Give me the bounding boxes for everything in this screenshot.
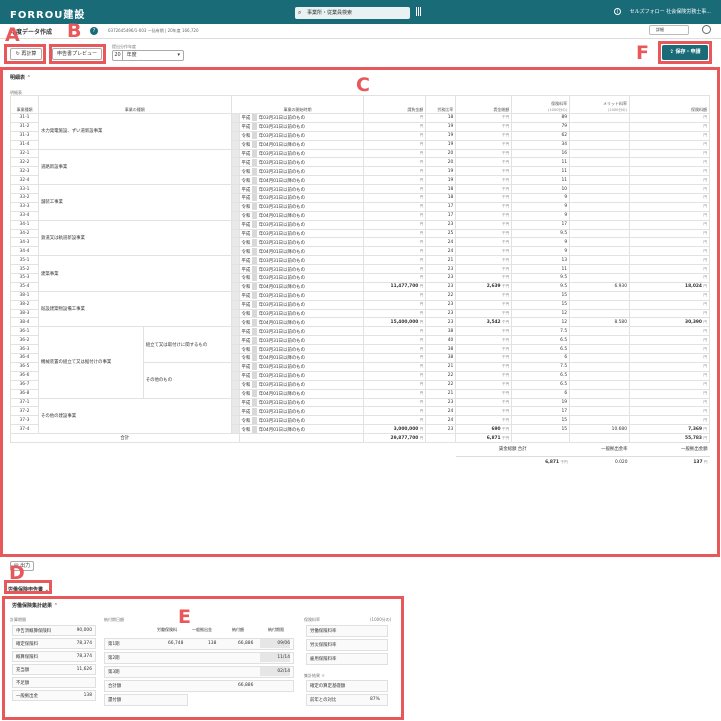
barcode-icon[interactable] <box>416 7 422 16</box>
annotation-box-e <box>2 596 404 720</box>
year-select[interactable]: 20 年度 ▾ <box>112 50 184 61</box>
divider <box>0 38 721 39</box>
annotation-box-b <box>49 44 106 64</box>
annotation-box-a <box>4 44 46 64</box>
annotation-box-f <box>658 41 712 64</box>
search-input[interactable]: ⌕ 事業所・従業員検索 <box>295 7 410 19</box>
info-icon[interactable]: i <box>614 8 621 15</box>
annotation-label-c: C <box>356 74 370 96</box>
app-logo[interactable]: FORROU建設 <box>10 6 85 21</box>
year-suffix: 年度 <box>126 52 137 58</box>
annotation-label-b: B <box>67 20 82 42</box>
account-icon[interactable] <box>702 25 711 34</box>
search-placeholder: 事業所・従業員検索 <box>307 10 353 16</box>
user-menu[interactable]: i セルズフォロー 社会保険労務士事... <box>614 8 711 15</box>
page-meta: 0372645496/1-003 一括有期 | 20年度 166,720 <box>108 28 199 33</box>
search-icon: ⌕ <box>298 9 302 16</box>
annotation-label-e: E <box>178 606 191 628</box>
annotation-box-c <box>0 67 720 557</box>
annotation-label-a: A <box>5 24 20 46</box>
help-icon[interactable]: ? <box>90 27 98 35</box>
version-select[interactable]: 詳細 <box>649 25 689 35</box>
title-bar: 年度データ作成 ? 0372645496/1-003 一括有期 | 20年度 1… <box>0 24 721 38</box>
top-bar: FORROU建設 ⌕ 事業所・従業員検索 i セルズフォロー 社会保険労務士事.… <box>0 0 721 24</box>
annotation-label-d: D <box>9 562 25 584</box>
chevron-down-icon: ▾ <box>177 52 180 58</box>
user-name: セルズフォロー 社会保険労務士事... <box>629 9 711 15</box>
annotation-label-f: F <box>636 42 649 64</box>
year-era: 20 <box>113 51 123 60</box>
